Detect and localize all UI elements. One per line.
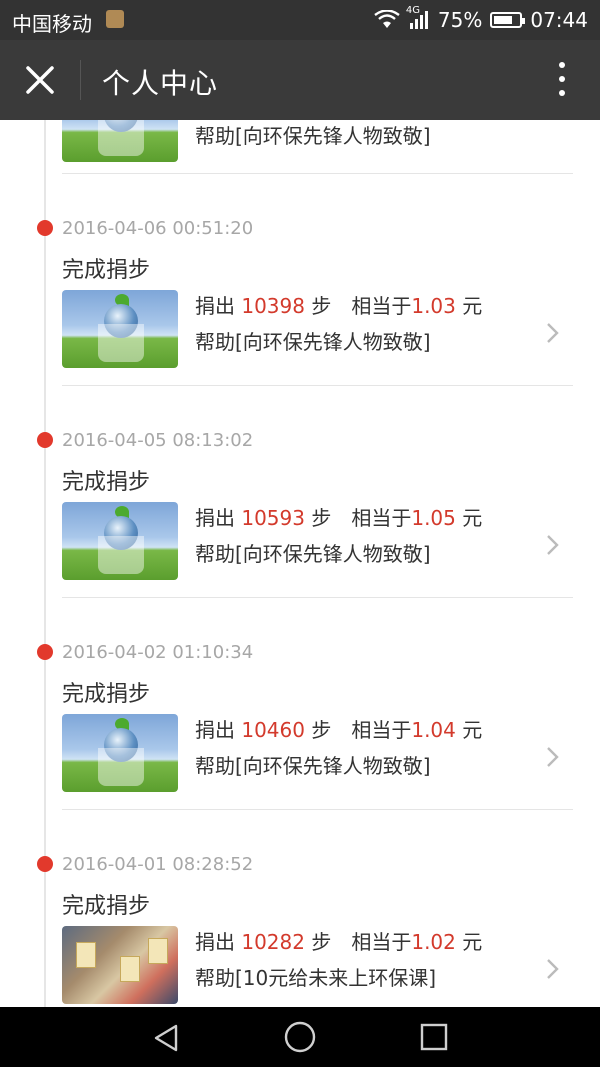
steps-unit: 步 (311, 506, 332, 530)
record-datetime: 2016-04-02 01:10:34 (62, 642, 254, 663)
steps-value: 10460 (241, 718, 305, 742)
record-action: 完成捐步 (62, 258, 151, 283)
project-thumbnail (62, 502, 178, 580)
equiv-label: 相当于 (351, 718, 412, 742)
donation-card[interactable]: 捐出 10460 步相当于1.04 元 帮助[向环保先锋人物致敬] (62, 714, 573, 810)
battery-icon (490, 12, 526, 28)
steps-unit: 步 (311, 718, 332, 742)
close-icon[interactable] (20, 60, 60, 100)
status-right: 4G 75% 07:44 (374, 5, 588, 32)
timeline-dot (37, 644, 53, 660)
record-datetime: 2016-04-01 08:28:52 (62, 854, 254, 875)
donation-summary: 捐出 10460 步相当于1.04 元 (195, 714, 482, 743)
currency-unit: 元 (462, 930, 483, 954)
amount-value: 1.05 (411, 506, 456, 530)
wifi-icon (374, 10, 400, 28)
currency-unit: 元 (462, 718, 483, 742)
help-text: 帮助[向环保先锋人物致敬] (195, 330, 431, 354)
donate-label: 捐出 (195, 506, 235, 530)
project-thumbnail (62, 926, 178, 1004)
network-type: 4G (405, 5, 421, 16)
currency-unit: 元 (462, 506, 483, 530)
title-divider (80, 60, 81, 100)
project-thumbnail (62, 714, 178, 792)
title-bar: 个人中心 (0, 40, 600, 120)
timeline-dot (37, 220, 53, 236)
steps-unit: 步 (311, 294, 332, 318)
timeline-dot (37, 432, 53, 448)
record-datetime: 2016-04-05 08:13:02 (62, 430, 254, 451)
help-text: 帮助[向环保先锋人物致敬] (195, 542, 431, 566)
amount-value: 1.03 (411, 294, 456, 318)
recent-apps-icon[interactable] (420, 1023, 448, 1051)
chevron-right-icon (547, 323, 559, 343)
project-thumbnail (62, 120, 178, 162)
equiv-label: 相当于 (351, 930, 412, 954)
equiv-label: 相当于 (351, 506, 412, 530)
status-bar: 中国移动 4G 75% 07:44 (0, 0, 600, 40)
donation-card[interactable]: 捐出 10398 步相当于1.03 元 帮助[向环保先锋人物致敬] (62, 290, 573, 386)
system-nav-bar (0, 1007, 600, 1067)
donation-card[interactable]: 捐出 10282 步相当于1.02 元 帮助[10元给未来上环保课] (62, 926, 573, 1007)
donation-summary: 捐出 10593 步相当于1.05 元 (195, 502, 482, 531)
project-thumbnail (62, 290, 178, 368)
record-action: 完成捐步 (62, 470, 151, 495)
record-action: 完成捐步 (62, 894, 151, 919)
steps-value: 10593 (241, 506, 305, 530)
amount-value: 1.02 (411, 930, 456, 954)
home-icon[interactable] (284, 1021, 316, 1053)
timeline-dot (37, 856, 53, 872)
donate-label: 捐出 (195, 930, 235, 954)
donate-label: 捐出 (195, 294, 235, 318)
more-options-icon[interactable] (558, 62, 566, 98)
record-action: 完成捐步 (62, 682, 151, 707)
steps-value: 10398 (241, 294, 305, 318)
help-text: 帮助[向环保先锋人物致敬] (195, 124, 431, 148)
chevron-right-icon (547, 747, 559, 767)
timeline-line (44, 120, 46, 1007)
steps-value: 10282 (241, 930, 305, 954)
page-title: 个人中心 (102, 67, 219, 100)
help-text: 帮助[10元给未来上环保课] (195, 966, 437, 990)
separator (62, 385, 573, 386)
donation-card-partial[interactable]: 帮助[向环保先锋人物致敬] (62, 120, 573, 180)
signal-icon: 4G (406, 5, 430, 31)
separator (62, 173, 573, 174)
battery-percent: 75% (437, 8, 483, 32)
steps-unit: 步 (311, 930, 332, 954)
clock: 07:44 (530, 8, 588, 32)
equiv-label: 相当于 (351, 294, 412, 318)
separator (62, 597, 573, 598)
donation-card[interactable]: 捐出 10593 步相当于1.05 元 帮助[向环保先锋人物致敬] (62, 502, 573, 598)
donation-summary: 捐出 10398 步相当于1.03 元 (195, 290, 482, 319)
currency-unit: 元 (462, 294, 483, 318)
carrier-name: 中国移动 (12, 12, 92, 36)
help-text: 帮助[向环保先锋人物致敬] (195, 754, 431, 778)
app-notification-icon (106, 10, 124, 28)
amount-value: 1.04 (411, 718, 456, 742)
donate-label: 捐出 (195, 718, 235, 742)
chevron-right-icon (547, 535, 559, 555)
record-datetime: 2016-04-06 00:51:20 (62, 218, 254, 239)
donation-summary: 捐出 10282 步相当于1.02 元 (195, 926, 482, 955)
back-icon[interactable] (152, 1023, 182, 1053)
donation-timeline[interactable]: 帮助[向环保先锋人物致敬] 2016-04-06 00:51:20 完成捐步 捐… (0, 120, 600, 1007)
separator (62, 809, 573, 810)
chevron-right-icon (547, 959, 559, 979)
